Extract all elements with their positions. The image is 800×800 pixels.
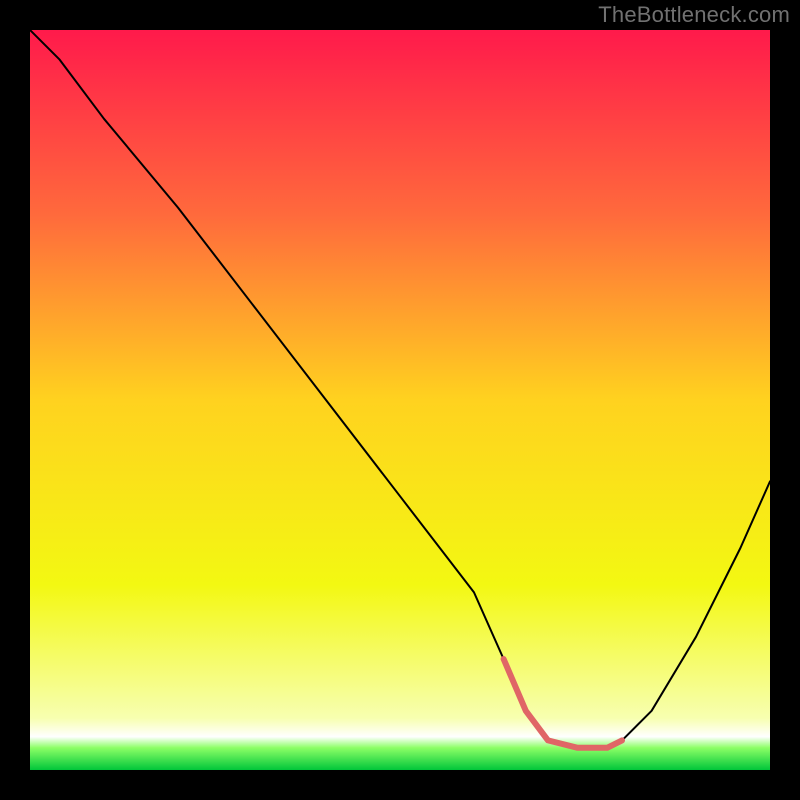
bottleneck-chart xyxy=(30,30,770,770)
watermark-text: TheBottleneck.com xyxy=(598,2,790,28)
chart-frame: TheBottleneck.com xyxy=(0,0,800,800)
gradient-background xyxy=(30,30,770,770)
